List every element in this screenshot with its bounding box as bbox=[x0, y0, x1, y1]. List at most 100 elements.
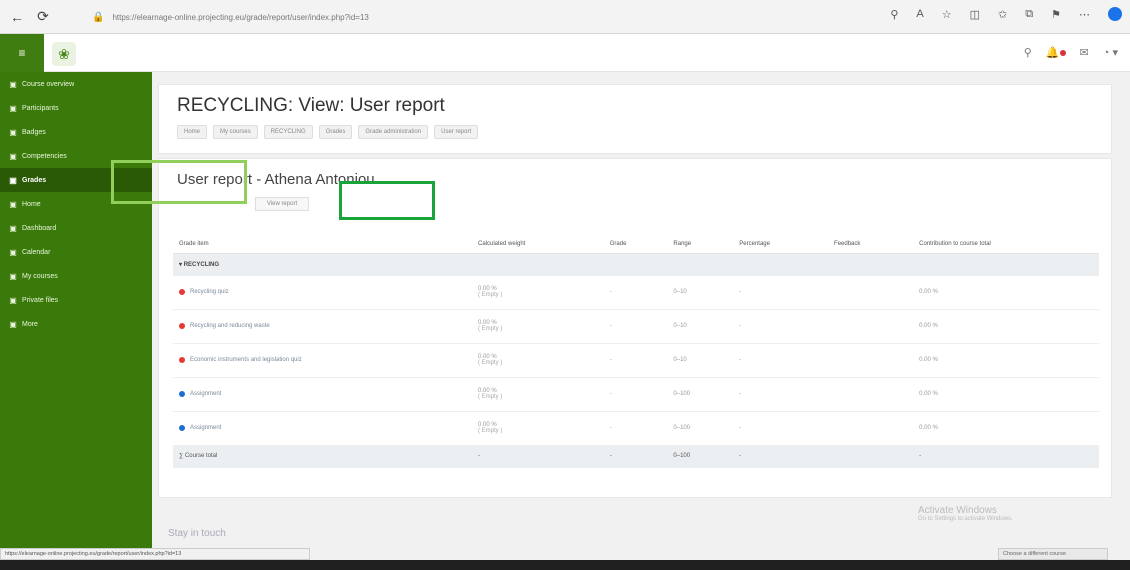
activity-icon bbox=[179, 391, 185, 397]
sidebar-item-label: Course overview bbox=[22, 80, 75, 88]
favorite-icon[interactable]: ☆ bbox=[942, 8, 952, 21]
address-bar[interactable]: 🔒 https://elearnage-online.projecting.eu… bbox=[92, 7, 862, 27]
sidebar-item-label: My courses bbox=[22, 272, 58, 280]
sidebar-item-label: More bbox=[22, 320, 38, 328]
column-header: Calculated weight bbox=[472, 235, 604, 254]
badges-icon: ▣ bbox=[9, 127, 17, 137]
percentage-cell: - bbox=[733, 343, 829, 378]
contribution-cell: 0.00 % bbox=[913, 275, 1099, 310]
view-report-select[interactable]: View report bbox=[255, 197, 309, 211]
sidebar-item-label: Competencies bbox=[22, 152, 67, 160]
column-header: Range bbox=[667, 235, 734, 254]
profile-icon[interactable] bbox=[1108, 7, 1122, 21]
dashboard-icon: ▣ bbox=[9, 79, 17, 89]
breadcrumb-item[interactable]: My courses bbox=[213, 125, 258, 139]
grade-item-link[interactable]: Assignment bbox=[190, 425, 221, 431]
breadcrumb: Home My courses RECYCLING Grades Grade admin… bbox=[177, 125, 479, 139]
sidebar-item[interactable]: ▣ My courses bbox=[0, 264, 152, 288]
feedback-cell bbox=[828, 275, 914, 310]
column-header: Grade bbox=[603, 235, 668, 254]
more-icon: ▣ bbox=[9, 319, 17, 329]
category-name[interactable]: ▾ RECYCLING bbox=[173, 253, 1099, 276]
sidebar-item[interactable]: ▣ Dashboard bbox=[0, 216, 152, 240]
grade-cell: - bbox=[603, 275, 668, 310]
range-cell: 0–10 bbox=[667, 343, 734, 378]
sidebar-item[interactable]: ▣ Calendar bbox=[0, 240, 152, 264]
settings-more-icon[interactable]: ⋯ bbox=[1079, 8, 1090, 21]
home-icon: ▣ bbox=[9, 199, 17, 209]
total-icon: ∑ bbox=[179, 453, 184, 459]
grade-item-link[interactable]: Assignment bbox=[190, 391, 221, 397]
favorites-icon[interactable]: ✩ bbox=[998, 8, 1007, 21]
highlight-box-dark bbox=[339, 181, 435, 220]
weight-cell: 0.00 %( Empty ) bbox=[472, 275, 604, 310]
participants-icon: ▣ bbox=[9, 103, 17, 113]
breadcrumb-item[interactable]: Home bbox=[177, 125, 208, 139]
hamburger-icon[interactable]: ≡ bbox=[0, 34, 44, 72]
weight-cell: 0.00 %( Empty ) bbox=[472, 411, 604, 446]
back-icon[interactable]: ← bbox=[8, 8, 26, 26]
topbar-actions: ⚲ 🔔 ✉ ◔ ▾ bbox=[1024, 46, 1118, 59]
activity-icon bbox=[179, 425, 185, 431]
grade-item-cell: Recycling quiz bbox=[173, 275, 472, 310]
grade-cell: - bbox=[603, 377, 668, 412]
sidebar-item[interactable]: ▣ Private files bbox=[0, 288, 152, 312]
sidebar: ▣ Course overview ▣ Participants ▣ Badges ▣ Com… bbox=[0, 72, 152, 548]
extensions-icon[interactable]: ⚑ bbox=[1051, 8, 1061, 21]
notification-icon[interactable]: 🔔 bbox=[1046, 46, 1066, 59]
feedback-cell bbox=[828, 343, 914, 378]
sidebar-item-label: Grades bbox=[22, 176, 47, 184]
sidebar-item-label: Home bbox=[22, 200, 41, 208]
refresh-icon[interactable]: ⟳ bbox=[34, 8, 52, 26]
grade-item-link[interactable]: Economic instruments and legislation qui… bbox=[190, 357, 302, 363]
weight-cell: - bbox=[472, 445, 604, 468]
page-header: RECYCLING: View: User report Home My cour… bbox=[158, 84, 1112, 154]
grade-item-cell: Assignment bbox=[173, 377, 472, 412]
calendar-icon: ▣ bbox=[9, 247, 17, 257]
sidebar-item[interactable]: ▣ More bbox=[0, 312, 152, 336]
table-row: Recycling quiz 0.00 %( Empty ) -0–10-0.00 … bbox=[173, 275, 1099, 310]
leaf-icon[interactable]: ❀ bbox=[52, 42, 76, 66]
breadcrumb-item[interactable]: User report bbox=[434, 125, 479, 139]
sidebar-item[interactable]: ▣ Participants bbox=[0, 96, 152, 120]
contribution-cell: 0.00 % bbox=[913, 377, 1099, 412]
range-cell: 0–100 bbox=[667, 377, 734, 412]
lock-icon: 🔒 bbox=[92, 11, 105, 23]
read-aloud-icon[interactable]: A bbox=[916, 8, 923, 20]
breadcrumb-item[interactable]: Grades bbox=[318, 125, 353, 139]
course-switch-select[interactable]: Choose a different course bbox=[998, 548, 1108, 560]
collections-icon[interactable]: ⧉ bbox=[1025, 8, 1033, 21]
sidebar-item[interactable]: ▣ Badges bbox=[0, 120, 152, 144]
breadcrumb-item[interactable]: RECYCLING bbox=[263, 125, 313, 139]
sidebar-item[interactable]: ▣ Course overview bbox=[0, 72, 152, 96]
activate-windows-watermark: Activate Windows Go to Settings to activ… bbox=[918, 505, 1013, 522]
highlight-box-light bbox=[111, 160, 247, 204]
search-icon[interactable]: ⚲ bbox=[1024, 46, 1032, 59]
table-row: Assignment 0.00 %( Empty ) -0–100-0.00 % bbox=[173, 411, 1099, 446]
status-url: https://elearnage-online.projecting.eu/g… bbox=[0, 548, 310, 560]
breadcrumb-item[interactable]: Grade administration bbox=[358, 125, 429, 139]
private-files-icon: ▣ bbox=[9, 295, 17, 305]
feedback-cell bbox=[828, 309, 914, 344]
contribution-cell: 0.00 % bbox=[913, 343, 1099, 378]
messages-icon[interactable]: ✉ bbox=[1080, 46, 1089, 59]
report-card: User report - Athena Antoniou View repor… bbox=[158, 158, 1112, 498]
grades-table: Grade item Calculated weight Grade Range Per… bbox=[173, 235, 1099, 468]
zoom-icon[interactable]: ⚲ bbox=[890, 8, 898, 21]
footer-text: Stay in touch bbox=[168, 528, 226, 539]
split-screen-icon[interactable]: ◫ bbox=[970, 8, 980, 21]
sidebar-item-label: Calendar bbox=[22, 248, 51, 256]
activity-icon bbox=[179, 323, 185, 329]
range-cell: 0–100 bbox=[667, 411, 734, 446]
grade-item-link[interactable]: Recycling quiz bbox=[190, 289, 229, 295]
sidebar-item-label: Badges bbox=[22, 128, 46, 136]
contribution-cell: 0.00 % bbox=[913, 411, 1099, 446]
user-menu-icon[interactable]: ◔ ▾ bbox=[1103, 46, 1118, 59]
files-icon: ▣ bbox=[9, 271, 17, 281]
percentage-cell: - bbox=[733, 377, 829, 412]
grade-item-link[interactable]: Recycling and reducing waste bbox=[190, 323, 270, 329]
grade-item-cell: Recycling and reducing waste bbox=[173, 309, 472, 344]
page-title: RECYCLING: View: User report bbox=[177, 95, 445, 116]
grade-cell: - bbox=[603, 309, 668, 344]
table-header-row: Grade item Calculated weight Grade Range Per… bbox=[173, 235, 1099, 254]
